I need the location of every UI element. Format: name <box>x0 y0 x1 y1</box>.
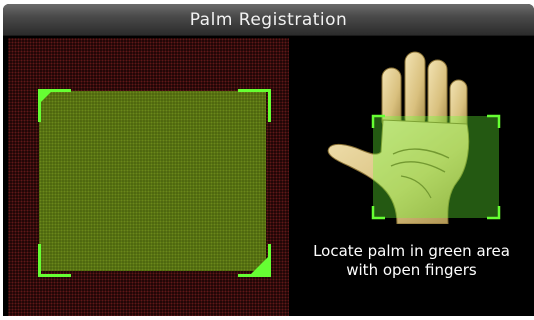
target-corner-marker-top-left <box>38 89 54 105</box>
instruction-text: Locate palm in green area with open fing… <box>289 242 534 280</box>
palm-hand-icon <box>327 51 501 224</box>
target-corner-top-right <box>238 89 271 122</box>
target-corner-marker-bottom-right <box>250 257 268 275</box>
palm-target-area <box>39 91 266 271</box>
instruction-line-2: with open fingers <box>346 261 477 279</box>
palm-registration-screen: Palm Registration Locate palm in green a… <box>3 4 534 316</box>
instruction-line-1: Locate palm in green area <box>313 242 510 260</box>
target-corner-bottom-left <box>38 244 71 277</box>
camera-preview <box>8 38 289 316</box>
page-title: Palm Registration <box>189 9 348 30</box>
title-bar: Palm Registration <box>3 4 534 36</box>
